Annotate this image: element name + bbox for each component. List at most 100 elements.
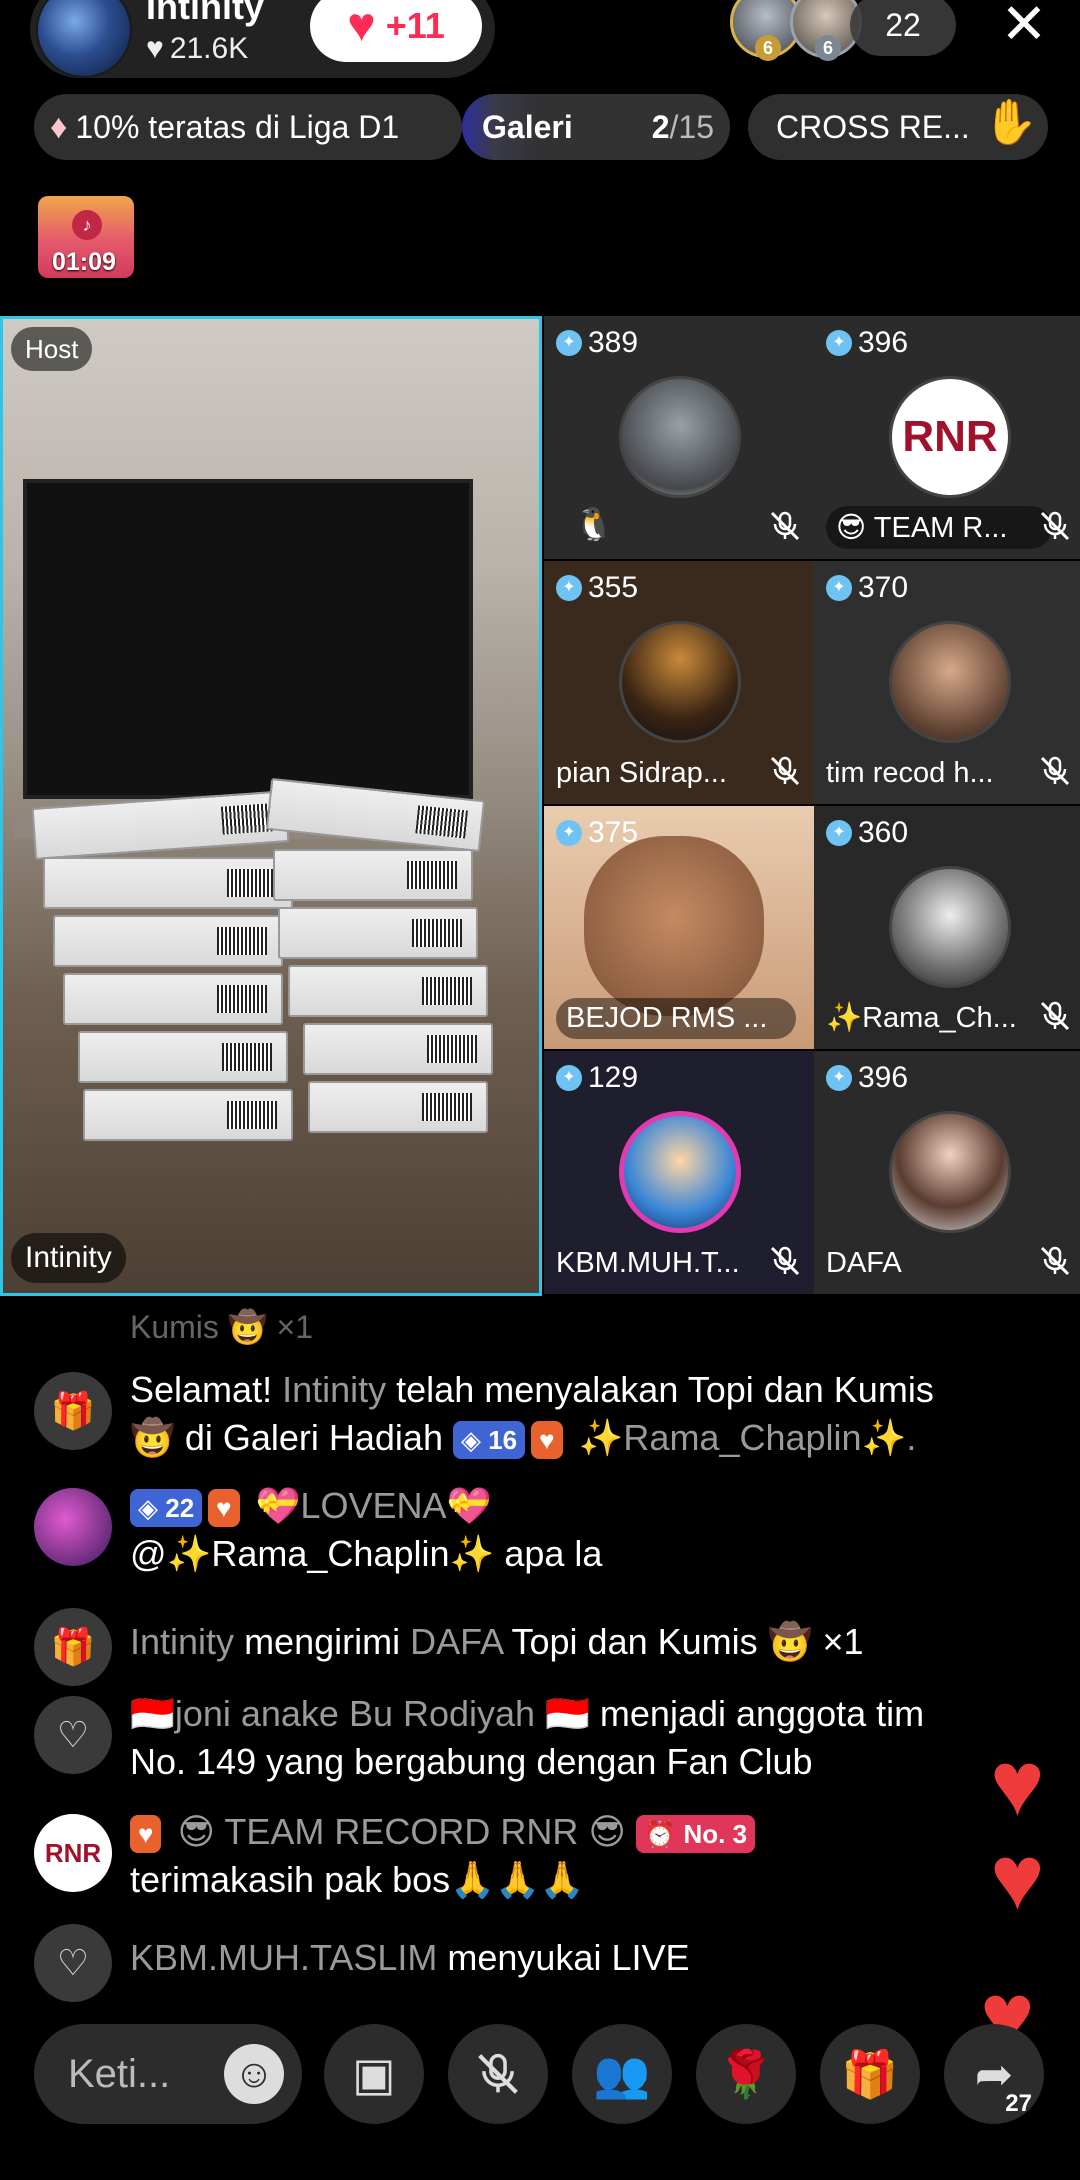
diamond-icon: ♦ xyxy=(50,107,68,146)
chat-message[interactable]: ♡ 🇮🇩joni anake Bu Rodiyah 🇮🇩 menjadi ang… xyxy=(34,1690,974,1786)
guest-score: 396 xyxy=(858,1061,909,1094)
gift-gallery-pill[interactable]: Galeri 2/15 xyxy=(462,94,730,160)
guest-tile[interactable]: ✦ 375 BEJOD RMS ... xyxy=(544,806,814,1049)
score-icon: ✦ xyxy=(826,575,852,601)
mic-muted-icon xyxy=(1040,1246,1070,1276)
camera-off-button[interactable]: ▣ xyxy=(324,2024,424,2124)
cross-label: CROSS RE... xyxy=(776,108,970,145)
gallery-label: Galeri xyxy=(482,108,573,145)
product-boxes-image xyxy=(23,777,493,1199)
chat-username: 😎 TEAM RECORD RNR 😎 xyxy=(177,1811,626,1852)
close-button[interactable]: ✕ xyxy=(996,0,1052,52)
chat-message[interactable]: 🎁 Intinity mengirimi DAFA Topi dan Kumis… xyxy=(34,1602,974,1686)
people-icon: 👥 xyxy=(593,2047,651,2100)
chat-message[interactable]: ♡ KBM.MUH.TASLIM menyukai LIVE xyxy=(34,1918,974,2002)
comment-input[interactable]: Keti... ☺ xyxy=(34,2024,302,2124)
gallery-count: 2/15 xyxy=(651,108,714,145)
fan-badge-icon: ♥ xyxy=(130,1815,162,1854)
comment-placeholder: Keti... xyxy=(68,2052,171,2096)
user-avatar[interactable]: RNR xyxy=(34,1814,112,1892)
viewer-count[interactable]: 22 xyxy=(850,0,956,56)
guest-score: 129 xyxy=(588,1061,639,1094)
gift-icon: 🎁 xyxy=(34,1372,112,1450)
treasure-timer: 01:09 xyxy=(52,248,116,276)
close-icon: ✕ xyxy=(1000,0,1048,55)
user-avatar[interactable] xyxy=(34,1488,112,1566)
tv-image xyxy=(23,479,473,799)
chat-message[interactable]: 🎁 Selamat! Intinity telah menyalakan Top… xyxy=(34,1366,974,1462)
guest-score: 396 xyxy=(858,326,909,359)
follow-button[interactable]: ♥ +11 xyxy=(310,0,482,62)
guest-tile[interactable]: ✦ 370 tim recod h... xyxy=(814,561,1080,804)
chat-message[interactable]: ◈ 22 ♥ 💝LOVENA💝 @✨Rama_Chaplin✨ apa la xyxy=(34,1482,974,1578)
chat-fading-line: Kumis 🤠 ×1 xyxy=(130,1309,314,1345)
heart-outline-icon: ♡ xyxy=(34,1696,112,1774)
fan-badge-icon: ♥ xyxy=(531,1421,563,1460)
clock-icon: ⏰ xyxy=(643,1819,677,1850)
host-likes: ♥ 21.6K xyxy=(146,32,248,66)
heart-outline-icon: ♡ xyxy=(34,1924,112,2002)
rank-badge: ⏰ No. 3 xyxy=(635,1815,756,1854)
guest-avatar xyxy=(619,1111,741,1233)
guest-name: DAFA xyxy=(826,1247,902,1279)
heart-icon: ♥ xyxy=(347,0,376,52)
guest-score: 360 xyxy=(858,816,909,849)
guest-avatar-rnr: RNR xyxy=(889,376,1011,498)
diamond-icon: ◈ xyxy=(138,1493,158,1524)
mic-muted-icon xyxy=(770,511,800,541)
floating-heart-icon: ♥ xyxy=(990,1827,1045,1929)
fan-badge-icon: ♥ xyxy=(208,1489,240,1528)
follow-count: +11 xyxy=(385,5,445,46)
mic-muted-icon xyxy=(1040,511,1070,541)
guest-tile[interactable]: ✦ 355 pian Sidrap... xyxy=(544,561,814,804)
gift-button[interactable]: 🎁 xyxy=(820,2024,920,2124)
guest-avatar xyxy=(889,1111,1011,1233)
score-icon: ✦ xyxy=(556,330,582,356)
guest-tile[interactable]: ✦ 129 KBM.MUH.T... xyxy=(544,1051,814,1294)
league-rank-pill[interactable]: ♦ 10% teratas di Liga D1 xyxy=(34,94,462,160)
chat-username: 💝LOVENA💝 xyxy=(255,1485,492,1526)
score-icon: ✦ xyxy=(556,820,582,846)
cross-room-pill[interactable]: CROSS RE... ✋ xyxy=(748,94,1048,160)
guest-name: tim recod h... xyxy=(826,757,994,789)
host-video[interactable]: Host Intinity xyxy=(0,316,542,1296)
bottom-toolbar: Keti... ☺ ▣ 👥 🌹 🎁 ➦ 27 xyxy=(0,2020,1080,2130)
host-likes-count: 21.6K xyxy=(169,32,249,65)
score-icon: ✦ xyxy=(826,330,852,356)
share-button[interactable]: ➦ 27 xyxy=(944,2024,1044,2124)
mic-off-button[interactable] xyxy=(448,2024,548,2124)
guest-avatar xyxy=(619,376,741,498)
clapping-hands-icon: ✋ xyxy=(983,98,1038,147)
mic-muted-icon xyxy=(1040,1001,1070,1031)
level-badge: ◈ 16 xyxy=(452,1421,526,1460)
guest-tile[interactable]: ✦ 396 DAFA xyxy=(814,1051,1080,1294)
guest-name: pian Sidrap... xyxy=(556,757,727,789)
emoji-icon[interactable]: ☺ xyxy=(224,2044,284,2104)
guest-score: 355 xyxy=(588,571,639,604)
rose-gift-button[interactable]: 🌹 xyxy=(696,2024,796,2124)
gift-icon: 🎁 xyxy=(34,1608,112,1686)
guest-score: 370 xyxy=(858,571,909,604)
host-label: Host xyxy=(11,327,93,371)
guest-name: ✨Rama_Ch... xyxy=(826,1002,1017,1034)
guest-avatar xyxy=(619,621,741,743)
host-name: Intinity xyxy=(146,0,264,27)
guest-tile[interactable]: ✦ 389 🐧 xyxy=(544,316,814,559)
multi-guest-grid: Host Intinity ✦ 389 🐧 ✦ 396 RNR 😎 TEAM R..… xyxy=(0,316,1080,1296)
guest-tile[interactable]: ✦ 396 RNR 😎 TEAM R... xyxy=(814,316,1080,559)
heart-icon: ♥ xyxy=(146,32,164,65)
share-count: 27 xyxy=(1005,2090,1032,2117)
treasure-chest[interactable]: ♪ 01:09 xyxy=(34,192,138,290)
gift-icon: 🎁 xyxy=(841,2047,899,2100)
guest-face-video xyxy=(584,836,764,1016)
host-nickname: Intinity xyxy=(11,1233,126,1283)
guest-tile[interactable]: ✦ 360 ✨Rama_Ch... xyxy=(814,806,1080,1049)
viewer-badge: 6 xyxy=(755,35,781,61)
guest-score: 389 xyxy=(588,326,639,359)
floating-heart-icon: ♥ xyxy=(990,1733,1045,1835)
chat-message[interactable]: RNR ♥ 😎 TEAM RECORD RNR 😎 ⏰ No. 3 terima… xyxy=(34,1808,974,1904)
level-badge: ◈ 22 xyxy=(130,1489,203,1528)
guest-avatar xyxy=(889,866,1011,988)
guests-button[interactable]: 👥 xyxy=(572,2024,672,2124)
score-icon: ✦ xyxy=(826,820,852,846)
